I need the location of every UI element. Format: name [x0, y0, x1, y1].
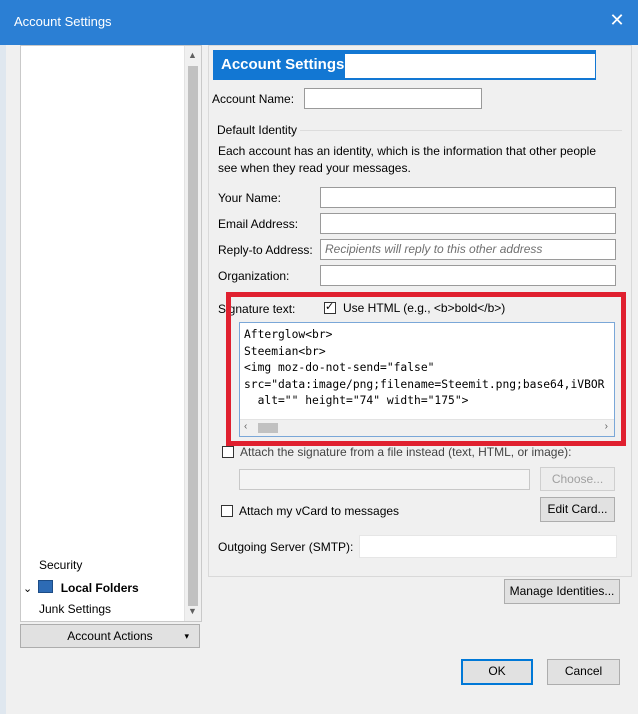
edit-card-button[interactable]: Edit Card...: [540, 497, 615, 522]
tree-item-security[interactable]: Security: [39, 558, 82, 572]
computer-icon: [38, 580, 54, 593]
scroll-down-icon[interactable]: ▼: [188, 606, 197, 616]
email-address-field[interactable]: [320, 213, 616, 234]
title-bar: Account Settings ✕: [0, 0, 638, 45]
reply-to-field[interactable]: Recipients will reply to this other addr…: [320, 239, 616, 260]
signature-file-path-field[interactable]: [239, 469, 530, 490]
scrollbar-thumb[interactable]: [188, 66, 198, 606]
outgoing-server-label: Outgoing Server (SMTP):: [218, 540, 354, 554]
your-name-label: Your Name:: [218, 191, 281, 205]
default-identity-heading: Default Identity: [217, 123, 298, 137]
tree-scrollbar[interactable]: ▲ ▼: [184, 46, 201, 621]
signature-highlight-box: [226, 292, 626, 446]
close-icon[interactable]: ✕: [606, 10, 628, 31]
attach-signature-file-checkbox[interactable]: [222, 446, 234, 458]
cancel-button[interactable]: Cancel: [547, 659, 620, 685]
organization-label: Organization:: [218, 269, 290, 283]
settings-banner: Account Settings -: [213, 50, 596, 80]
window-title: Account Settings: [14, 14, 112, 29]
account-actions-label: Account Actions: [67, 629, 153, 643]
email-address-label: Email Address:: [218, 217, 299, 231]
tree-item-junk-settings[interactable]: Junk Settings: [39, 602, 111, 616]
dropdown-arrow-icon: ▾: [184, 631, 189, 641]
account-actions-button[interactable]: Account Actions ▾: [20, 624, 200, 648]
account-name-field[interactable]: [304, 88, 482, 109]
background-app-strip: [0, 45, 6, 714]
banner-title: Account Settings -: [221, 56, 354, 73]
your-name-field[interactable]: [320, 187, 616, 208]
attach-vcard-label[interactable]: Attach my vCard to messages: [239, 504, 399, 518]
tree-item-label: Local Folders: [60, 581, 139, 595]
tree-item-label: Junk Settings: [39, 602, 112, 616]
tree-item-local-folders[interactable]: ⌄ Local Folders: [23, 580, 139, 595]
banner-account-name-redacted: [345, 54, 595, 78]
ok-button[interactable]: OK: [461, 659, 533, 685]
account-name-label: Account Name:: [212, 92, 295, 106]
outgoing-server-select[interactable]: [359, 535, 617, 558]
organization-field[interactable]: [320, 265, 616, 286]
scroll-up-icon[interactable]: ▲: [188, 50, 197, 60]
attach-vcard-checkbox[interactable]: [221, 505, 233, 517]
account-tree[interactable]: ▲ ▼ Security ⌄ Local Folders Junk Settin…: [20, 45, 202, 622]
attach-signature-file-label[interactable]: Attach the signature from a file instead…: [240, 445, 571, 459]
identity-description: Each account has an identity, which is t…: [218, 144, 597, 175]
manage-identities-button[interactable]: Manage Identities...: [504, 579, 620, 604]
chevron-down-icon[interactable]: ⌄: [23, 582, 35, 595]
choose-button[interactable]: Choose...: [540, 467, 615, 491]
reply-to-label: Reply-to Address:: [218, 243, 313, 257]
tree-item-label: Security: [39, 558, 83, 572]
group-divider: [300, 130, 622, 131]
